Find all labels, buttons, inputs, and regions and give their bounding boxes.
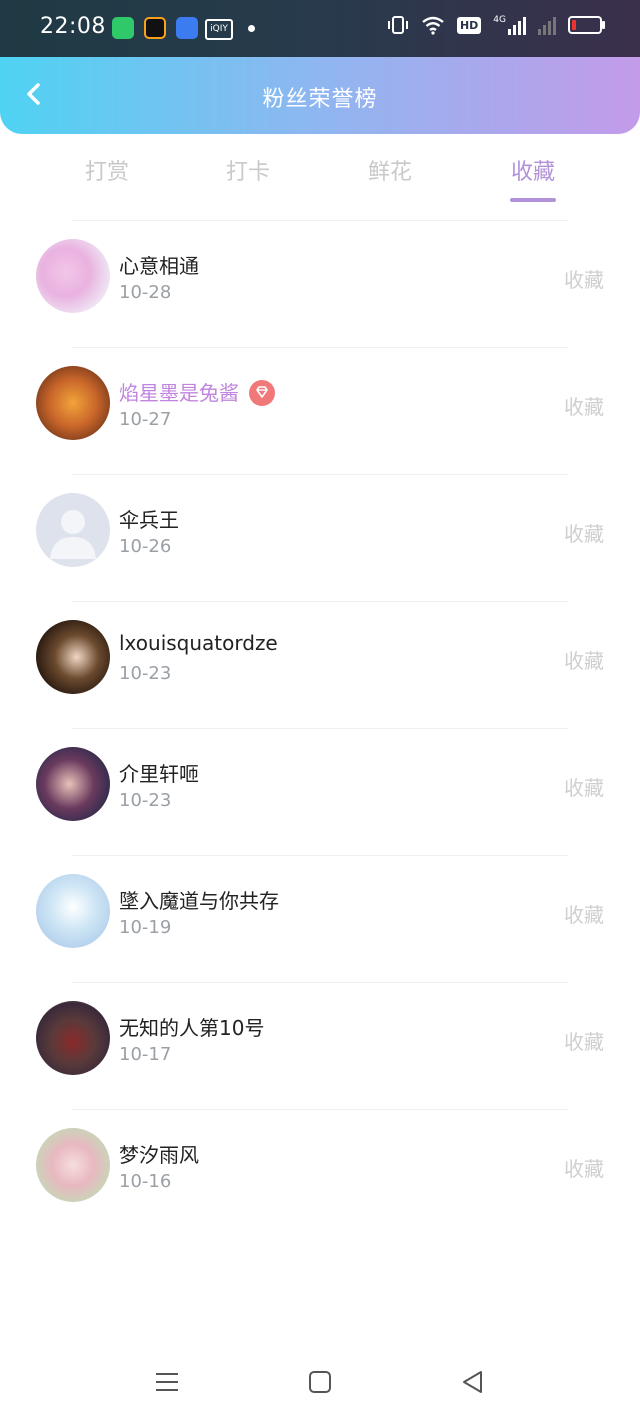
divider [72, 474, 568, 475]
divider [72, 220, 568, 221]
list-item[interactable]: lxouisquatordze 10-23 收藏 [0, 601, 640, 728]
fan-date: 10-28 [119, 282, 172, 303]
title-bar: 粉丝荣誉榜 [0, 57, 640, 134]
fan-name: 伞兵王 [119, 508, 179, 532]
tab-reward[interactable]: 打赏 [62, 154, 152, 186]
header: 22:08 iQIY HD 4G 粉丝荣誉榜 [0, 0, 640, 134]
tab-label: 鲜花 [367, 160, 412, 185]
divider [72, 347, 568, 348]
fan-date: 10-27 [119, 409, 172, 430]
list-item[interactable]: 焰星墨是兔酱 10-27 收藏 [0, 347, 640, 474]
battery-low-icon [568, 16, 605, 34]
fan-date: 10-23 [119, 663, 172, 684]
list-item[interactable]: 梦汐雨风 10-16 收藏 [0, 1109, 640, 1236]
tab-label: 打卡 [225, 160, 270, 185]
status-time: 22:08 [40, 14, 106, 39]
list-item[interactable]: 心意相通 10-28 收藏 [0, 220, 640, 347]
status-right-icons: HD 4G [387, 14, 605, 36]
avatar[interactable] [36, 1128, 110, 1202]
favorite-label: 收藏 [564, 522, 604, 546]
avatar[interactable] [36, 366, 110, 440]
wifi-icon [422, 16, 444, 35]
menu-icon[interactable] [153, 1368, 181, 1396]
back-triangle-icon[interactable] [459, 1368, 487, 1396]
tab-label: 收藏 [510, 160, 555, 185]
diamond-badge-icon [249, 379, 275, 406]
fan-date: 10-16 [119, 1171, 172, 1192]
fan-name: 心意相通 [119, 254, 199, 278]
favorite-label: 收藏 [564, 903, 604, 927]
fan-list: 心意相通 10-28 收藏 焰星墨是兔酱 10-27 收藏 伞兵王 10-26 … [0, 220, 640, 1236]
fan-name: 介里轩咂 [119, 762, 199, 786]
fan-date: 10-17 [119, 1044, 172, 1065]
signal-label: 4G [493, 15, 506, 25]
tab-label: 打赏 [84, 160, 129, 185]
avatar[interactable] [36, 239, 110, 313]
4g-signal-icon: 4G [493, 15, 526, 35]
fan-name: lxouisquatordze [119, 631, 278, 655]
fan-name: 梦汐雨风 [119, 1143, 199, 1167]
home-icon[interactable] [306, 1368, 334, 1396]
app-blue-icon [176, 17, 198, 39]
default-avatar-icon[interactable] [36, 493, 110, 567]
divider [72, 601, 568, 602]
list-item[interactable]: 伞兵王 10-26 收藏 [0, 474, 640, 601]
app-orange-icon [144, 17, 166, 39]
fan-name-row: 焰星墨是兔酱 [119, 377, 275, 408]
status-bar: 22:08 iQIY HD 4G [0, 0, 640, 57]
favorite-label: 收藏 [564, 776, 604, 800]
fan-date: 10-19 [119, 917, 172, 938]
iqiyi-icon: iQIY [205, 19, 233, 40]
favorite-label: 收藏 [564, 1030, 604, 1054]
app-green-icon [112, 17, 134, 39]
fan-date: 10-23 [119, 790, 172, 811]
list-item[interactable]: 墜入魔道与你共存 10-19 收藏 [0, 855, 640, 982]
avatar[interactable] [36, 620, 110, 694]
tab-checkin[interactable]: 打卡 [203, 154, 293, 186]
divider [72, 982, 568, 983]
list-item[interactable]: 介里轩咂 10-23 收藏 [0, 728, 640, 855]
tab-favorites[interactable]: 收藏 [488, 154, 578, 202]
favorite-label: 收藏 [564, 649, 604, 673]
tab-flowers[interactable]: 鲜花 [345, 154, 435, 186]
divider [72, 728, 568, 729]
avatar[interactable] [36, 874, 110, 948]
divider [72, 855, 568, 856]
no-signal-icon [538, 15, 556, 35]
system-nav-bar [0, 1352, 640, 1422]
fan-name: 无知的人第10号 [119, 1016, 265, 1040]
favorite-label: 收藏 [564, 1157, 604, 1181]
avatar[interactable] [36, 1001, 110, 1075]
fan-date: 10-26 [119, 536, 172, 557]
fan-name: 墜入魔道与你共存 [119, 889, 279, 913]
avatar[interactable] [36, 747, 110, 821]
fan-name: 焰星墨是兔酱 [119, 381, 239, 405]
favorite-label: 收藏 [564, 268, 604, 292]
tab-bar: 打赏 打卡 鲜花 收藏 [0, 148, 640, 208]
list-item[interactable]: 无知的人第10号 10-17 收藏 [0, 982, 640, 1109]
active-tab-indicator [510, 198, 556, 202]
favorite-label: 收藏 [564, 395, 604, 419]
divider [72, 1109, 568, 1110]
page-title: 粉丝荣誉榜 [262, 87, 378, 112]
notification-dot [248, 25, 255, 32]
vibrate-icon [387, 16, 408, 34]
hd-icon: HD [456, 16, 482, 34]
